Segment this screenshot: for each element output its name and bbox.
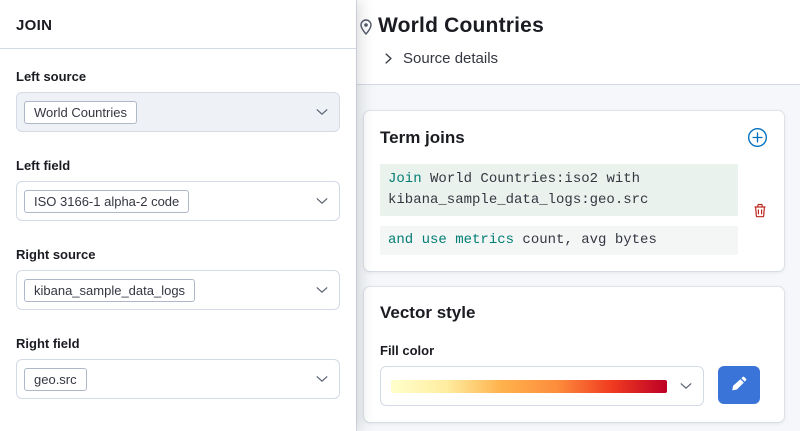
left-field-select[interactable]: ISO 3166-1 alpha-2 code [16,181,340,221]
right-source-select[interactable]: kibana_sample_data_logs [16,270,340,310]
right-field-label: Right field [16,336,340,351]
chevron-down-icon [315,194,329,208]
fill-color-row [380,366,768,406]
plus-in-circle-icon [747,136,768,151]
join-flyout-body: Left source World Countries Left field I… [0,49,356,419]
layer-header: World Countries Source details [356,0,800,85]
left-field-row: Left field ISO 3166-1 alpha-2 code [16,158,340,221]
edit-fill-color-button[interactable] [718,366,760,404]
join-flyout-header: JOIN [0,0,356,49]
left-source-row: Left source World Countries [16,69,340,132]
left-source-select[interactable]: World Countries [16,92,340,132]
fill-color-label: Fill color [380,343,768,358]
layer-title: World Countries [378,14,784,38]
chevron-down-icon [315,105,329,119]
chevron-right-icon [382,52,395,65]
vector-style-card: Vector style Fill color [364,287,784,422]
trash-icon [752,207,768,222]
vector-style-title: Vector style [380,303,768,323]
page: World Countries Source details Term join… [0,0,800,431]
right-field-row: Right field geo.src [16,336,340,399]
join-expression-source[interactable]: Join World Countries:iso2 with kibana_sa… [380,164,738,216]
fill-color-select[interactable] [380,366,704,406]
pencil-icon [732,376,747,394]
source-details-label: Source details [403,50,498,67]
metrics-text: count, avg bytes [514,232,657,248]
right-source-value: kibana_sample_data_logs [24,279,195,302]
delete-join-button[interactable] [752,202,768,219]
term-joins-header: Term joins [380,127,768,148]
left-source-value: World Countries [24,101,137,124]
map-pin-icon [358,18,374,41]
chevron-down-icon [315,372,329,386]
right-source-row: Right source kibana_sample_data_logs [16,247,340,310]
join-flyout: JOIN Left source World Countries Left fi… [0,0,356,431]
layer-settings-panel: World Countries Source details Term join… [356,0,800,431]
left-field-label: Left field [16,158,340,173]
color-ramp-swatch [391,380,667,393]
term-joins-title: Term joins [380,128,465,148]
chevron-down-icon [315,283,329,297]
join-keyword: Join [388,171,422,187]
right-field-select[interactable]: geo.src [16,359,340,399]
chevron-down-icon [679,379,693,393]
right-field-value: geo.src [24,368,87,391]
metrics-keyword: and use metrics [388,232,514,248]
join-flyout-title: JOIN [16,17,340,34]
join-expression-metrics[interactable]: and use metrics count, avg bytes [380,226,738,255]
join-expression: Join World Countries:iso2 with kibana_sa… [380,164,768,255]
left-source-label: Left source [16,69,340,84]
term-joins-card: Term joins Join World Countries:iso2 wit… [364,111,784,271]
right-source-label: Right source [16,247,340,262]
source-details-toggle[interactable]: Source details [382,50,498,67]
left-field-value: ISO 3166-1 alpha-2 code [24,190,189,213]
join-text: World Countries:iso2 with kibana_sample_… [388,171,648,208]
add-join-button[interactable] [747,127,768,148]
